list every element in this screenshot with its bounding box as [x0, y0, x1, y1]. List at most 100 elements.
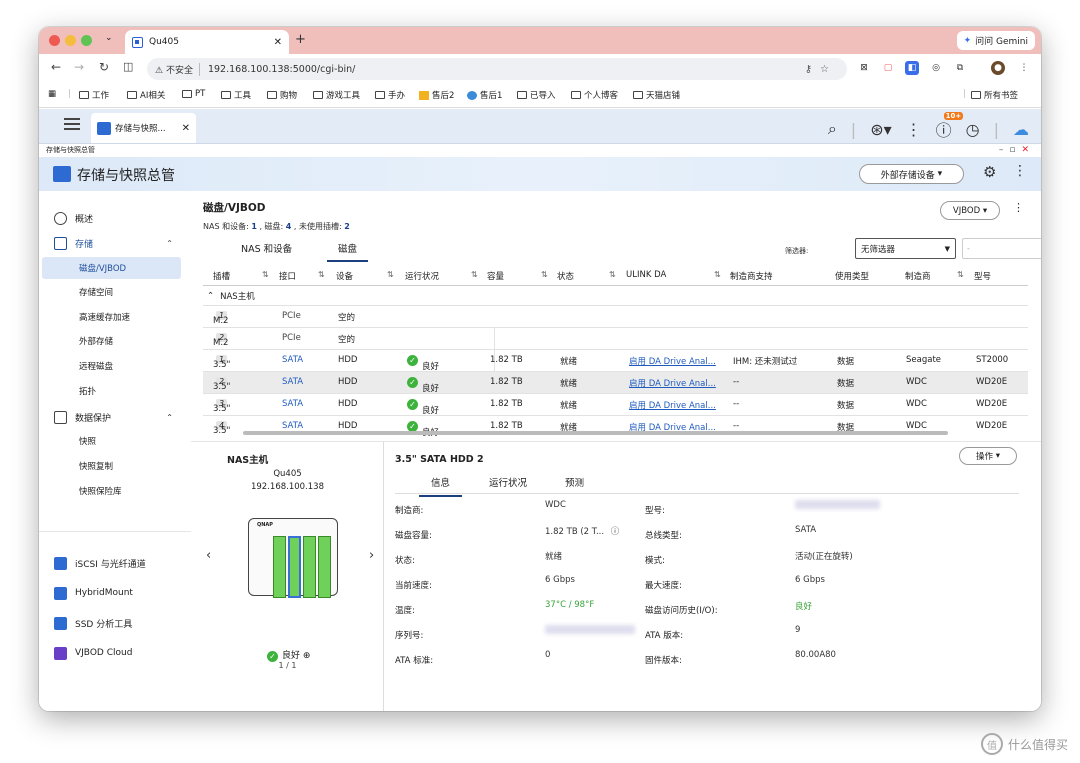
horizontal-scrollbar[interactable]	[243, 431, 948, 435]
extension-translate-icon[interactable]: ⊠	[857, 61, 871, 75]
profile-avatar[interactable]: ●	[991, 61, 1005, 75]
back-icon[interactable]: ←	[51, 60, 61, 74]
sidebar-app-ssd-profiling[interactable]: SSD 分析工具	[39, 613, 191, 633]
tab-disks[interactable]: 磁盘	[327, 241, 369, 262]
bookmark-tmall[interactable]: 天猫店铺	[633, 89, 680, 101]
table-row[interactable]: M.2 2 PCIe 空的	[203, 328, 1028, 350]
sidebar-item-cache[interactable]: 高速缓存加速	[39, 307, 191, 327]
drive-bay-2[interactable]	[288, 536, 301, 598]
column-header-ulink[interactable]: ULINK DA	[626, 270, 666, 280]
extension-blue-icon[interactable]: ◧	[905, 61, 919, 75]
drive-bay-1[interactable]	[273, 536, 286, 598]
drive-bay-4[interactable]	[318, 536, 331, 598]
bookmark-figures[interactable]: 手办	[375, 89, 405, 101]
bookmark-ai[interactable]: AI相关	[127, 89, 165, 101]
settings-gear-icon[interactable]: ⚙	[983, 163, 996, 181]
extension-pink-icon[interactable]: ▢	[881, 61, 895, 75]
sidebar-item-storage-space[interactable]: 存储空间	[39, 282, 191, 302]
insecure-badge[interactable]: ⚠ 不安全	[155, 62, 200, 76]
chevron-right-icon[interactable]: ›	[369, 548, 374, 563]
window-controls[interactable]: –▫✕	[999, 144, 1035, 157]
app-more-icon[interactable]: ⋮	[1013, 163, 1027, 179]
column-header-manufacturer[interactable]: 制造商	[905, 270, 931, 282]
group-row-nas[interactable]: ⌃ NAS主机	[203, 286, 1028, 306]
tab-list-chevron-icon[interactable]: ⌄	[105, 33, 113, 43]
browser-tab[interactable]: Qu405 ✕	[125, 30, 289, 54]
main-menu-icon[interactable]	[64, 118, 80, 120]
chevron-left-icon[interactable]: ‹	[206, 548, 211, 563]
sort-icon[interactable]: ⇅	[387, 270, 394, 279]
tab-health[interactable]: 运行状况	[489, 475, 527, 495]
browser-menu-icon[interactable]: ⋮	[1017, 61, 1031, 75]
column-header-device[interactable]: 设备	[336, 270, 353, 282]
maximize-window-button[interactable]	[81, 35, 92, 46]
cloud-icon[interactable]: ☁	[1013, 120, 1029, 139]
sort-icon[interactable]: ⇅	[609, 270, 616, 279]
sidebar-item-remote-disk[interactable]: 远程磁盘	[39, 356, 191, 376]
extension-circle-icon[interactable]: ◎	[929, 61, 943, 75]
table-row[interactable]: 3.5" 3 SATA HDD ✓ 良好 1.82 TB 就绪 启用 DA Driv…	[203, 394, 1028, 416]
bookmark-game-tools[interactable]: 游戏工具	[313, 89, 360, 101]
gemini-button[interactable]: ✦ 问问 Gemini	[956, 31, 1035, 50]
password-and-bookmark-icons[interactable]: ⚷☆	[805, 64, 837, 75]
ulink-enable-link[interactable]: 启用 DA Drive Anal...	[629, 355, 716, 367]
bookmark-aftersale1[interactable]: 售后1	[467, 89, 502, 101]
user-icon[interactable]: ⊛▾	[870, 120, 891, 139]
all-bookmarks[interactable]: 所有书签	[971, 89, 1018, 101]
info-icon[interactable]: ⓘ	[611, 527, 620, 537]
bookmark-work[interactable]: 工作	[79, 89, 109, 101]
notification-icon[interactable]: ⓘ 10+	[936, 112, 964, 141]
bookmark-pt[interactable]: PT	[182, 89, 205, 99]
external-storage-button[interactable]: 外部存储设备 ▾	[859, 164, 964, 184]
sidebar-item-snapshot-vault[interactable]: 快照保险库	[39, 481, 191, 501]
minimize-window-button[interactable]	[65, 35, 76, 46]
search-icon[interactable]: ⌕	[828, 119, 837, 139]
filter-select[interactable]: 无筛选器 ▼	[855, 238, 956, 259]
sidebar-item-data-protection[interactable]: 数据保护 ⌃	[39, 407, 191, 427]
table-row-selected[interactable]: 3.5" 2 SATA HDD ✓ 良好 1.82 TB 就绪 启用 DA Driv…	[203, 372, 1028, 394]
column-header-vendor-support[interactable]: 制造商支持	[730, 270, 773, 282]
sidebar-item-external-storage[interactable]: 外部存储	[39, 331, 191, 351]
column-header-capacity[interactable]: 容量	[487, 270, 504, 282]
bookmark-imported[interactable]: 已导入	[517, 89, 556, 101]
bookmark-tools[interactable]: 工具	[221, 89, 251, 101]
column-header-interface[interactable]: 接口	[279, 270, 296, 282]
bookmark-aftersale2[interactable]: 售后2	[419, 89, 454, 101]
sort-icon[interactable]: ⇅	[262, 270, 269, 279]
forward-icon[interactable]: →	[74, 60, 84, 74]
column-header-usage[interactable]: 使用类型	[835, 270, 869, 282]
drive-bay-3[interactable]	[303, 536, 316, 598]
sidebar-item-disks-vjbod[interactable]: 磁盘/VJBOD	[42, 257, 181, 279]
sort-icon[interactable]: ⇅	[471, 270, 478, 279]
vjbod-button[interactable]: VJBOD ▾	[940, 201, 1000, 220]
close-window-button[interactable]	[49, 35, 60, 46]
sidebar-item-topology[interactable]: 拓扑	[39, 381, 191, 401]
tab-prediction[interactable]: 预测	[565, 475, 584, 495]
close-app-tab-icon[interactable]: ✕	[182, 123, 190, 134]
zoom-in-icon[interactable]: ⊕	[303, 651, 311, 661]
tab-nas-devices[interactable]: NAS 和设备	[241, 241, 292, 260]
column-header-status[interactable]: 状态	[557, 270, 574, 282]
sort-icon[interactable]: ⇅	[318, 270, 325, 279]
split-view-icon[interactable]: ◫	[123, 60, 133, 73]
extensions-puzzle-icon[interactable]: ⧉	[953, 61, 967, 75]
reload-icon[interactable]: ↻	[99, 60, 109, 74]
sidebar-item-snapshot-replica[interactable]: 快照复制	[39, 456, 191, 476]
apps-grid-icon[interactable]: ▦	[48, 89, 56, 99]
new-tab-button[interactable]: +	[295, 32, 306, 47]
sidebar-app-iscsi[interactable]: iSCSI 与光纤通道	[39, 553, 191, 573]
more-options-icon[interactable]: ⋮	[906, 120, 922, 139]
sort-icon[interactable]: ⇅	[541, 270, 548, 279]
column-header-health[interactable]: 运行状况	[405, 270, 439, 282]
bookmark-blog[interactable]: 个人博客	[571, 89, 618, 101]
sidebar-item-overview[interactable]: 概述	[39, 208, 191, 228]
sidebar-item-snapshot[interactable]: 快照	[39, 431, 191, 451]
bookmark-shopping[interactable]: 购物	[267, 89, 297, 101]
more-options-icon[interactable]: ⋮	[1013, 201, 1024, 214]
close-tab-icon[interactable]: ✕	[274, 37, 282, 48]
column-header-slot[interactable]: 插槽	[213, 270, 230, 282]
sidebar-app-vjbod-cloud[interactable]: VJBOD Cloud	[39, 643, 191, 663]
filter-secondary-select[interactable]: -▼	[962, 238, 1041, 259]
column-header-model[interactable]: 型号	[974, 270, 991, 282]
table-row[interactable]: M.2 1 PCIe 空的	[203, 306, 1028, 328]
